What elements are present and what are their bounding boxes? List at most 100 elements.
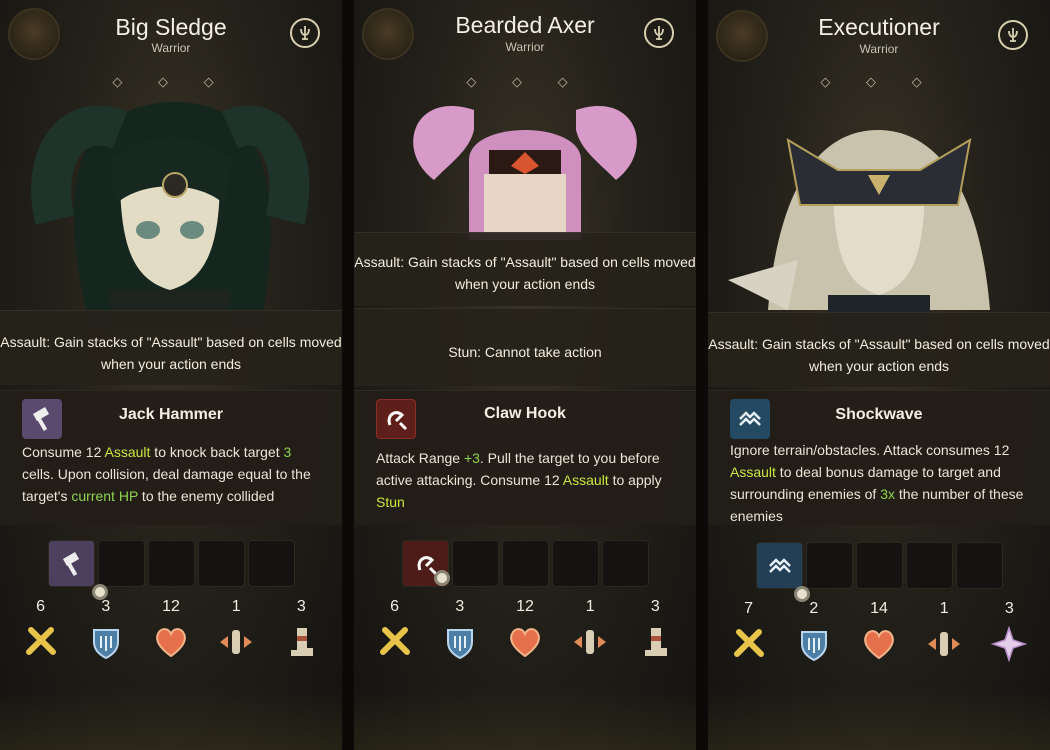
stat-attack-value: 6 <box>36 598 46 615</box>
stats-row: 6 3 12 1 3 <box>0 598 342 667</box>
stats-row: 7 2 14 1 3 <box>708 600 1050 669</box>
movement-boot-icon <box>645 628 668 656</box>
range-arrows-icon <box>928 632 961 656</box>
keyword-highlight: Assault <box>562 472 609 488</box>
character-class: Warrior <box>505 40 545 54</box>
skill-slot-empty[interactable] <box>602 540 649 587</box>
skill-slot-shockwave[interactable] <box>756 542 803 589</box>
stat-range: 1 <box>208 598 264 667</box>
keyword-highlight: Stun <box>376 494 405 510</box>
movement-boot-icon <box>291 628 314 656</box>
skill-panel: Shockwave Ignore terrain/obstacles. Atta… <box>708 390 1050 525</box>
skill-description: Ignore terrain/obstacles. Attack consume… <box>730 439 1035 527</box>
stat-range: 1 <box>916 600 972 669</box>
stat-defense: 2 <box>786 600 842 669</box>
skill-slot-empty[interactable] <box>148 540 195 587</box>
warrior-class-icon[interactable] <box>644 18 674 48</box>
stat-attack: 7 <box>721 600 777 669</box>
stat-defense-value: 3 <box>455 598 465 615</box>
stat-defense-value: 3 <box>101 598 111 615</box>
stat-movement: 3 <box>273 598 329 667</box>
stat-attack-value: 6 <box>390 598 400 615</box>
character-portrait <box>31 101 310 330</box>
skill-slot-empty[interactable] <box>552 540 599 587</box>
skill-name: Claw Hook <box>484 405 566 422</box>
stat-movement-value: 3 <box>1004 600 1014 617</box>
stat-range-value: 1 <box>231 598 241 615</box>
value-highlight: 3x <box>880 486 895 502</box>
stat-range: 1 <box>562 598 618 667</box>
stat-defense: 3 <box>432 598 488 667</box>
value-highlight: +3 <box>463 450 480 466</box>
skill-slots <box>48 540 295 587</box>
description-text: to the enemy collided <box>138 488 275 504</box>
character-card-bearded-axer[interactable]: Bearded Axer Warrior ◇ ◇ ◇ Assault: Gain… <box>354 0 696 750</box>
value-highlight: current HP <box>71 488 139 504</box>
status-tooltip-assault: Assault: Gain stacks of "Assault" based … <box>0 310 342 385</box>
range-arrows-icon <box>574 630 607 654</box>
character-card-big-sledge[interactable]: Big Sledge Warrior ◇ ◇ ◇ Assault: Gain s… <box>0 0 342 750</box>
health-heart-icon <box>156 628 186 658</box>
stat-movement-value: 3 <box>650 598 660 615</box>
description-text: Attack Range <box>376 450 464 466</box>
skill-slot-empty[interactable] <box>806 542 853 589</box>
panel-glow <box>0 690 342 750</box>
movement-star-icon <box>990 625 1028 663</box>
character-class: Warrior <box>859 42 899 56</box>
description-text: Consume 12 <box>22 444 105 460</box>
stat-health-value: 12 <box>516 598 534 615</box>
character-portrait <box>728 130 990 340</box>
defense-shield-icon <box>800 631 827 662</box>
character-card-executioner[interactable]: Executioner Warrior ◇ ◇ ◇ Assault: Gain … <box>708 0 1050 750</box>
health-heart-icon <box>864 630 894 660</box>
skill-slot-empty[interactable] <box>956 542 1003 589</box>
stat-attack: 6 <box>13 598 69 667</box>
warrior-class-icon[interactable] <box>290 18 320 48</box>
defense-shield-icon <box>92 629 119 660</box>
rank-diamonds: ◇ ◇ ◇ <box>820 74 938 89</box>
status-tooltip-stun: Stun: Cannot take action <box>354 308 696 386</box>
skill-description: Consume 12 Assault to knock back target … <box>22 441 327 507</box>
stat-range-value: 1 <box>939 600 949 617</box>
attack-swords-icon <box>733 629 764 657</box>
attack-swords-icon <box>25 627 56 655</box>
skill-slot-empty[interactable] <box>856 542 903 589</box>
value-highlight: 3 <box>283 444 292 460</box>
panel-glow <box>354 690 696 750</box>
skill-panel: Jack Hammer Consume 12 Assault to knock … <box>0 390 342 525</box>
stats-row: 6 3 12 1 3 <box>354 598 696 667</box>
status-tooltip-assault: Assault: Gain stacks of "Assault" based … <box>708 312 1050 387</box>
skill-slot-empty[interactable] <box>248 540 295 587</box>
stat-movement: 3 <box>627 598 683 667</box>
stat-health-value: 14 <box>870 600 888 617</box>
skill-slot-empty[interactable] <box>906 542 953 589</box>
defense-shield-icon <box>446 629 473 660</box>
skill-slots <box>756 542 1003 589</box>
warrior-class-icon[interactable] <box>998 20 1028 50</box>
skill-slot-empty[interactable] <box>198 540 245 587</box>
character-class: Warrior <box>151 41 191 55</box>
stat-health: 12 <box>497 598 553 667</box>
status-tooltip-assault: Assault: Gain stacks of "Assault" based … <box>354 232 696 306</box>
description-text: to apply <box>608 472 662 488</box>
skill-slot-empty[interactable] <box>98 540 145 587</box>
description-text: to knock back target <box>150 444 284 460</box>
skill-name: Shockwave <box>835 406 923 423</box>
stat-health: 12 <box>143 598 199 667</box>
skill-name: Jack Hammer <box>118 406 224 423</box>
stat-health: 14 <box>851 600 907 669</box>
stat-defense: 3 <box>78 598 134 667</box>
skill-slot-empty[interactable] <box>452 540 499 587</box>
description-text: Ignore terrain/obstacles. Attack consume… <box>730 442 1010 458</box>
skill-slot-hammer[interactable] <box>48 540 95 587</box>
stat-health-value: 12 <box>162 598 180 615</box>
keyword-highlight: Assault <box>104 444 151 460</box>
skill-panel: Claw Hook Attack Range +3. Pull the targ… <box>354 390 696 525</box>
skill-slot-empty[interactable] <box>502 540 549 587</box>
health-heart-icon <box>510 628 540 658</box>
keyword-highlight: Assault <box>730 464 776 480</box>
stat-defense-value: 2 <box>809 600 819 617</box>
range-arrows-icon <box>220 630 253 654</box>
attack-swords-icon <box>379 627 410 655</box>
stat-movement: 3 <box>981 600 1037 669</box>
